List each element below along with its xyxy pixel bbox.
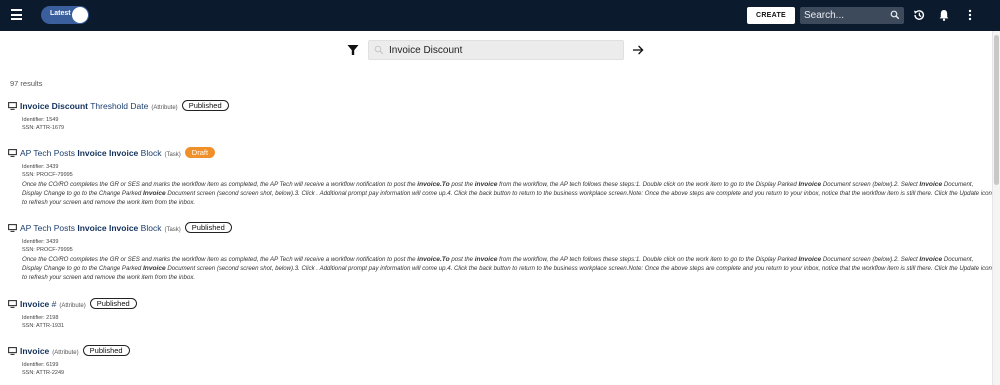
result-identifier: Identifier: 1549: [22, 117, 59, 123]
header-search-input[interactable]: [804, 7, 886, 24]
arrow-right-icon[interactable]: [632, 44, 644, 56]
result-item: Invoice (Attribute) Published Identifier: 6…: [8, 345, 992, 377]
result-title[interactable]: Invoice Discount Threshold Date (Attribut…: [20, 100, 229, 115]
text-segment: Document screen (below).2. Select: [821, 256, 920, 263]
text-segment: post the: [449, 181, 475, 188]
result-type: (Attribute): [151, 105, 178, 111]
status-badge: Published: [82, 345, 130, 356]
result-item: AP Tech Posts Invoice Invoice Block (Task…: [8, 222, 992, 282]
result-header: Invoice # (Attribute) Published: [8, 298, 992, 311]
highlighted-term: Invoice: [20, 346, 50, 356]
monitor-icon: [8, 224, 17, 232]
highlighted-term: Invoice: [798, 256, 822, 263]
highlighted-term: Invoice: [798, 181, 822, 188]
result-meta: Identifier: 2198 SSN: ATTR-1931: [22, 314, 992, 330]
result-ssn: SSN: PROCF-79995: [22, 172, 73, 178]
result-title[interactable]: AP Tech Posts Invoice Invoice Block (Task…: [20, 222, 232, 237]
result-identifier: Identifier: 2198: [22, 315, 59, 321]
result-type: (Attribute): [52, 350, 79, 356]
highlighted-term: invoice.To: [417, 181, 450, 188]
text-segment: Document screen (second screen shot, bel…: [22, 265, 992, 281]
result-meta: Identifier: 6199 SSN: ATTR-2249: [22, 361, 992, 377]
text-segment: Once the CO/RO completes the GR or SES a…: [22, 256, 418, 263]
status-badge: Published: [184, 222, 232, 233]
result-meta: Identifier: 3439 SSN: PROCF-79995: [22, 163, 992, 179]
result-header: Invoice Discount Threshold Date (Attribut…: [8, 100, 992, 113]
search-icon: [374, 45, 384, 55]
result-title[interactable]: AP Tech Posts Invoice Invoice Block (Task…: [20, 147, 216, 162]
latest-toggle[interactable]: Latest: [41, 6, 89, 24]
result-identifier: Identifier: 3439: [22, 239, 59, 245]
text-segment: Document screen (below).2. Select: [821, 181, 920, 188]
text-segment: Once the CO/RO completes the GR or SES a…: [22, 181, 418, 188]
history-icon[interactable]: [912, 8, 926, 22]
toggle-knob: [72, 7, 88, 23]
highlighted-term: Invoice Discount: [20, 101, 89, 111]
result-description: Once the CO/RO completes the GR or SES a…: [22, 180, 992, 207]
results-count: 97 results: [10, 79, 43, 88]
text-segment: Document screen (second screen shot, bel…: [22, 190, 992, 206]
result-ssn: SSN: ATTR-1931: [22, 323, 65, 329]
highlighted-term: Invoice Invoice: [77, 148, 139, 158]
result-ssn: SSN: ATTR-1679: [22, 125, 65, 131]
text-segment: AP Tech Posts: [20, 148, 78, 158]
more-vert-icon[interactable]: [963, 8, 977, 22]
filter-icon[interactable]: [347, 44, 359, 56]
text-segment: #: [49, 299, 57, 309]
monitor-icon: [8, 300, 17, 308]
scrollbar-thumb[interactable]: [994, 35, 999, 185]
result-description: Once the CO/RO completes the GR or SES a…: [22, 255, 992, 282]
highlighted-term: Invoice: [142, 265, 166, 272]
result-header: Invoice (Attribute) Published: [8, 345, 992, 358]
text-segment: from the workflow, the AP tech follows t…: [497, 256, 799, 263]
monitor-icon: [8, 149, 17, 157]
result-type: (Attribute): [59, 303, 86, 309]
status-badge: Published: [89, 298, 137, 309]
highlighted-term: invoice: [474, 181, 498, 188]
text-segment: post the: [449, 256, 475, 263]
create-button[interactable]: CREATE: [747, 7, 795, 24]
highlighted-term: Invoice: [142, 190, 166, 197]
highlighted-term: Invoice: [20, 299, 50, 309]
status-badge: Published: [181, 100, 229, 111]
result-type: (Task): [164, 152, 181, 158]
result-header: AP Tech Posts Invoice Invoice Block (Task…: [8, 222, 992, 235]
top-app-bar: Latest CREATE: [0, 0, 1000, 31]
result-ssn: SSN: ATTR-2249: [22, 370, 65, 376]
result-title[interactable]: Invoice (Attribute) Published: [20, 345, 130, 360]
result-ssn: SSN: PROCF-79995: [22, 247, 73, 253]
bell-icon[interactable]: [937, 8, 951, 22]
search-icon[interactable]: [890, 10, 900, 20]
latest-toggle-label: Latest: [50, 10, 71, 17]
text-segment: AP Tech Posts: [20, 223, 78, 233]
result-item: Invoice # (Attribute) Published Identifier:…: [8, 298, 992, 330]
highlighted-term: Invoice: [919, 256, 943, 263]
result-item: AP Tech Posts Invoice Invoice Block (Task…: [8, 147, 992, 207]
result-identifier: Identifier: 3439: [22, 164, 59, 170]
result-meta: Identifier: 1549 SSN: ATTR-1679: [22, 116, 992, 132]
highlighted-term: Invoice: [919, 181, 943, 188]
result-title[interactable]: Invoice # (Attribute) Published: [20, 298, 137, 313]
highlighted-term: Invoice Invoice: [77, 223, 139, 233]
query-search-box: [368, 40, 624, 60]
text-segment: Threshold Date: [88, 101, 149, 111]
highlighted-term: invoice.To: [417, 256, 450, 263]
text-segment: from the workflow, the AP tech follows t…: [497, 181, 799, 188]
text-segment: Block: [138, 223, 162, 233]
scrollbar[interactable]: [992, 31, 1000, 385]
result-meta: Identifier: 3439 SSN: PROCF-79995: [22, 238, 992, 254]
header-search: [800, 7, 904, 24]
result-header: AP Tech Posts Invoice Invoice Block (Task…: [8, 147, 992, 160]
menu-icon[interactable]: [11, 9, 22, 21]
result-identifier: Identifier: 6199: [22, 362, 59, 368]
highlighted-term: invoice: [474, 256, 498, 263]
result-type: (Task): [164, 227, 181, 233]
monitor-icon: [8, 347, 17, 355]
monitor-icon: [8, 102, 17, 110]
query-input[interactable]: [389, 41, 619, 59]
text-segment: Block: [138, 148, 162, 158]
result-item: Invoice Discount Threshold Date (Attribut…: [8, 100, 992, 132]
status-badge: Draft: [184, 147, 216, 158]
